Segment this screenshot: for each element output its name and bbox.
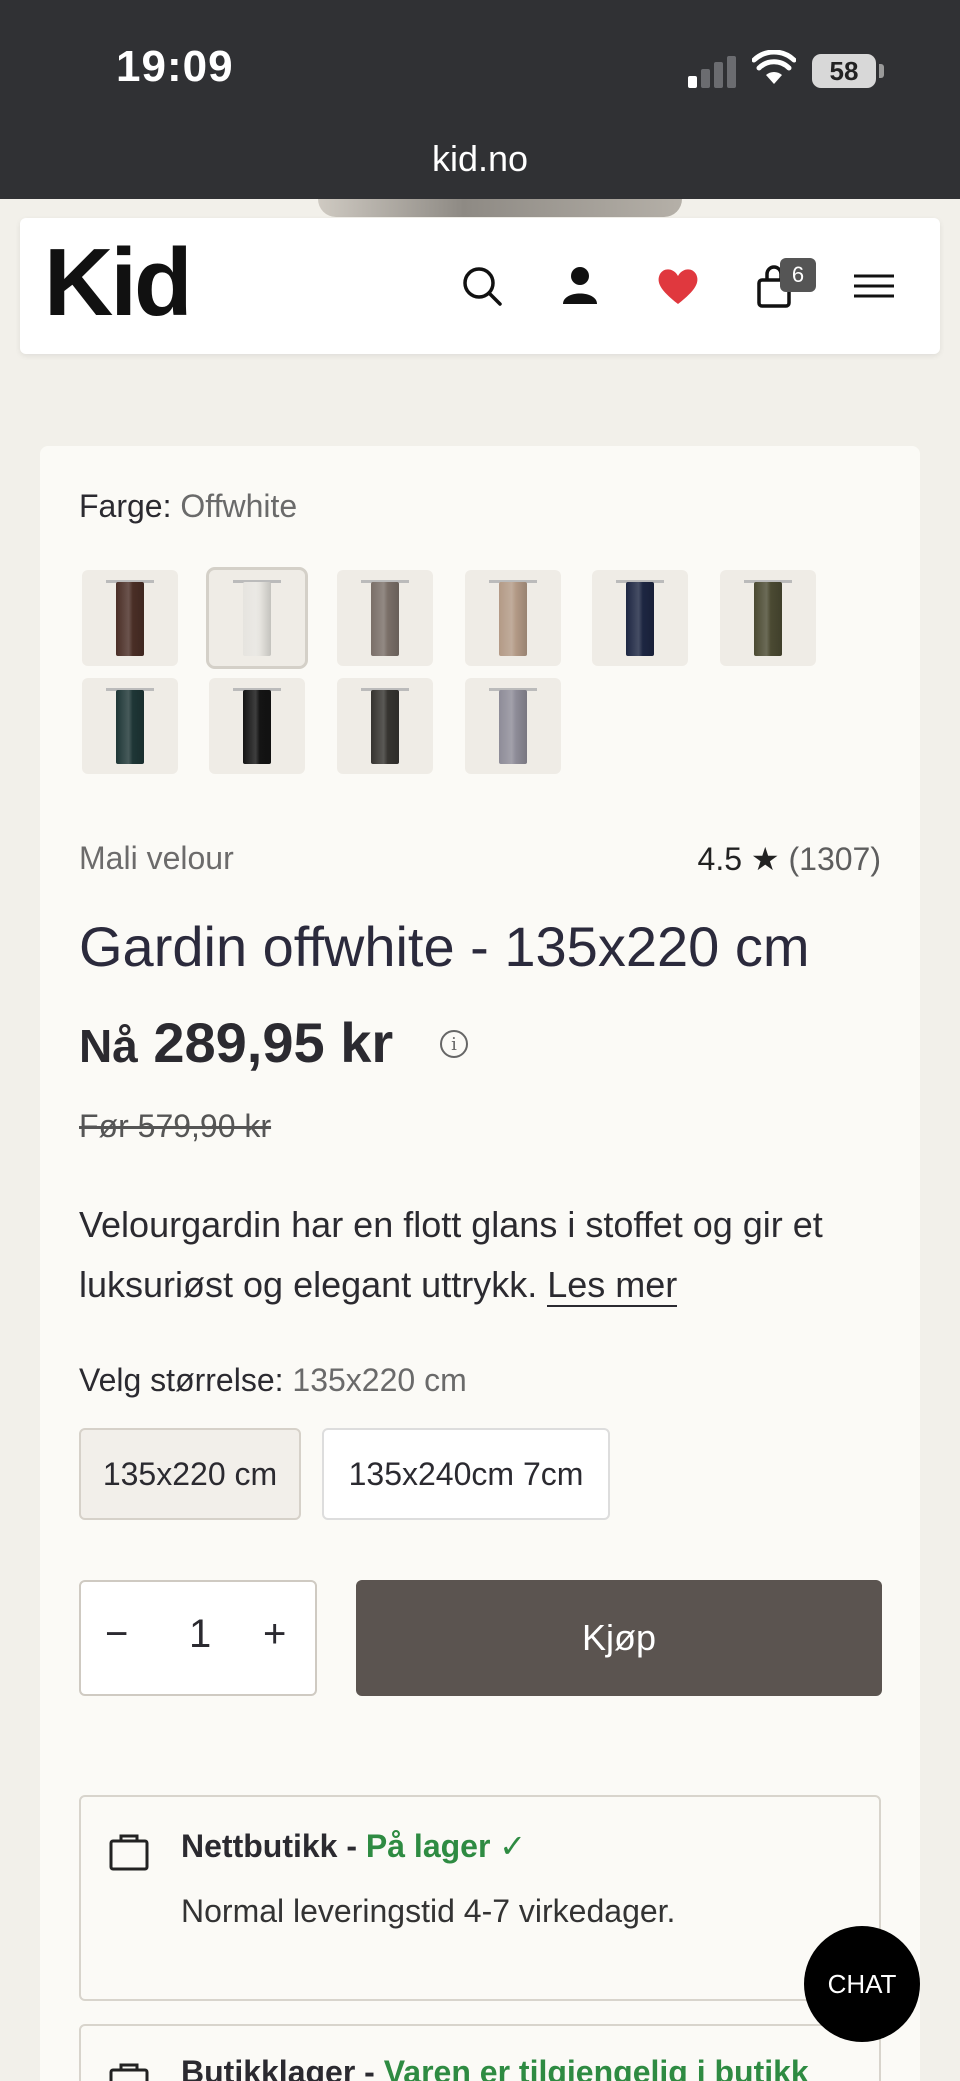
curtain-image	[626, 582, 654, 656]
store-stock-box: Butikklager - Varen er tilgjengelig i bu…	[79, 2024, 881, 2081]
chat-button[interactable]: CHAT	[804, 1926, 920, 2042]
rating-value: 4.5	[697, 841, 743, 877]
curtain-image	[116, 690, 144, 764]
logo[interactable]: Kid	[44, 228, 193, 338]
curtain-image	[371, 690, 399, 764]
color-swatch[interactable]	[465, 570, 561, 666]
color-swatch[interactable]	[82, 678, 178, 774]
color-swatch[interactable]	[337, 678, 433, 774]
decrease-button[interactable]: −	[105, 1612, 128, 1657]
status-bar: 19:09 58 kid.no	[0, 0, 960, 199]
size-value: 135x220 cm	[292, 1362, 467, 1398]
online-stock-status: På lager	[365, 1828, 491, 1864]
address-bar[interactable]: kid.no	[0, 138, 960, 180]
online-stock-label: Nettbutikk -	[181, 1828, 357, 1864]
online-stock-title: Nettbutikk - På lager ✓	[181, 1827, 526, 1865]
curtain-image	[243, 690, 271, 764]
price-value: 289,95 kr	[153, 1011, 394, 1074]
quantity-stepper: − 1 +	[79, 1580, 317, 1696]
buy-button[interactable]: Kjøp	[356, 1580, 882, 1696]
battery-icon: 58	[812, 54, 876, 88]
color-label: Farge: Offwhite	[79, 488, 297, 525]
curtain-image	[499, 690, 527, 764]
battery-tip	[879, 64, 884, 78]
product-description: Velourgardin har en flott glans i stoffe…	[79, 1195, 879, 1315]
quantity-value[interactable]: 1	[189, 1612, 211, 1657]
search-icon[interactable]	[456, 260, 508, 312]
store-stock-label: Butikklager -	[181, 2054, 375, 2081]
curtain-image	[243, 582, 271, 656]
size-option-135x220[interactable]: 135x220 cm	[79, 1428, 301, 1520]
bag-icon	[109, 1834, 149, 1871]
description-text: Velourgardin har en flott glans i stoffe…	[79, 1204, 823, 1305]
menu-icon[interactable]	[850, 260, 898, 312]
rating[interactable]: 4.5 ★ (1307)	[698, 840, 881, 878]
color-swatch[interactable]	[465, 678, 561, 774]
info-icon[interactable]: i	[440, 1030, 468, 1058]
check-icon: ✓	[499, 1828, 527, 1864]
wifi-icon	[752, 50, 796, 84]
cart-count-badge: 6	[780, 258, 816, 292]
old-price: Før 579,90 kr	[79, 1108, 272, 1144]
price-prefix: Nå	[79, 1020, 138, 1072]
curtain-image	[371, 582, 399, 656]
star-icon: ★	[750, 841, 780, 877]
color-swatch[interactable]	[337, 570, 433, 666]
curtain-image	[754, 582, 782, 656]
store-stock-status[interactable]: Varen er tilgjengelig i butikk	[384, 2054, 809, 2081]
curtain-image	[499, 582, 527, 656]
color-swatch[interactable]	[206, 567, 308, 669]
delivery-note: Normal leveringstid 4-7 virkedager.	[181, 1893, 676, 1929]
heart-icon[interactable]	[652, 260, 704, 312]
bag-icon	[109, 2063, 149, 2081]
review-count: (1307)	[788, 841, 882, 877]
online-stock-box: Nettbutikk - På lager ✓ Normal leverings…	[79, 1795, 881, 2001]
price: Nå 289,95 kr	[79, 1010, 393, 1075]
color-label-text: Farge:	[79, 488, 172, 524]
color-swatch[interactable]	[720, 570, 816, 666]
product-title: Gardin offwhite - 135x220 cm	[79, 915, 810, 978]
clock: 19:09	[116, 42, 234, 91]
site-header: Kid 6	[20, 218, 940, 354]
color-swatch[interactable]	[209, 678, 305, 774]
curtain-image	[116, 582, 144, 656]
size-label: Velg størrelse: 135x220 cm	[79, 1362, 467, 1399]
account-icon[interactable]	[554, 260, 606, 312]
color-value: Offwhite	[180, 488, 298, 524]
signal-icon	[688, 56, 738, 88]
size-option-135x240[interactable]: 135x240cm 7cm	[322, 1428, 610, 1520]
color-swatch[interactable]	[592, 570, 688, 666]
hero-image-edge	[318, 199, 682, 217]
store-stock-title: Butikklager - Varen er tilgjengelig i bu…	[181, 2054, 809, 2081]
product-brand[interactable]: Mali velour	[79, 840, 234, 877]
read-more-link[interactable]: Les mer	[547, 1264, 678, 1307]
color-swatch[interactable]	[82, 570, 178, 666]
size-label-text: Velg størrelse:	[79, 1362, 284, 1398]
increase-button[interactable]: +	[263, 1612, 286, 1657]
